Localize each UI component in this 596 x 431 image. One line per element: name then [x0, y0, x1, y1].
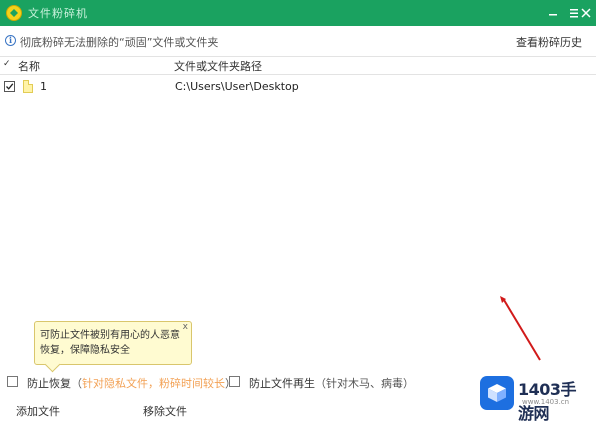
prevent-recovery-hint-open: （	[71, 377, 82, 390]
prevent-recovery-hint: 针对隐私文件，粉碎时间较长	[82, 377, 225, 390]
cube-logo-icon	[480, 376, 514, 410]
prevent-regen-option[interactable]: 防止文件再生（针对木马、病毒）	[249, 375, 414, 391]
site-watermark: 1403手游网 www.1403.cn	[478, 374, 590, 423]
prevent-regen-hint: （针对木马、病毒）	[315, 377, 414, 390]
tooltip-close-icon[interactable]: x	[183, 322, 188, 332]
add-file-button[interactable]: 添加文件	[16, 403, 60, 419]
red-arrow-annotation	[500, 296, 541, 361]
prevent-recovery-option[interactable]: 防止恢复（针对隐私文件，粉碎时间较长）	[27, 375, 236, 391]
prevent-recovery-label: 防止恢复	[27, 377, 71, 390]
watermark-site: www.1403.cn	[522, 398, 570, 406]
recovery-tooltip: 可防止文件被别有用心的人恶意恢复，保障隐私安全 x	[34, 321, 192, 365]
prevent-regen-label: 防止文件再生	[249, 377, 315, 390]
prevent-recovery-checkbox[interactable]	[7, 376, 18, 387]
tooltip-text: 可防止文件被别有用心的人恶意恢复，保障隐私安全	[40, 330, 180, 356]
prevent-regen-checkbox[interactable]	[229, 376, 240, 387]
remove-file-button[interactable]: 移除文件	[143, 403, 187, 419]
